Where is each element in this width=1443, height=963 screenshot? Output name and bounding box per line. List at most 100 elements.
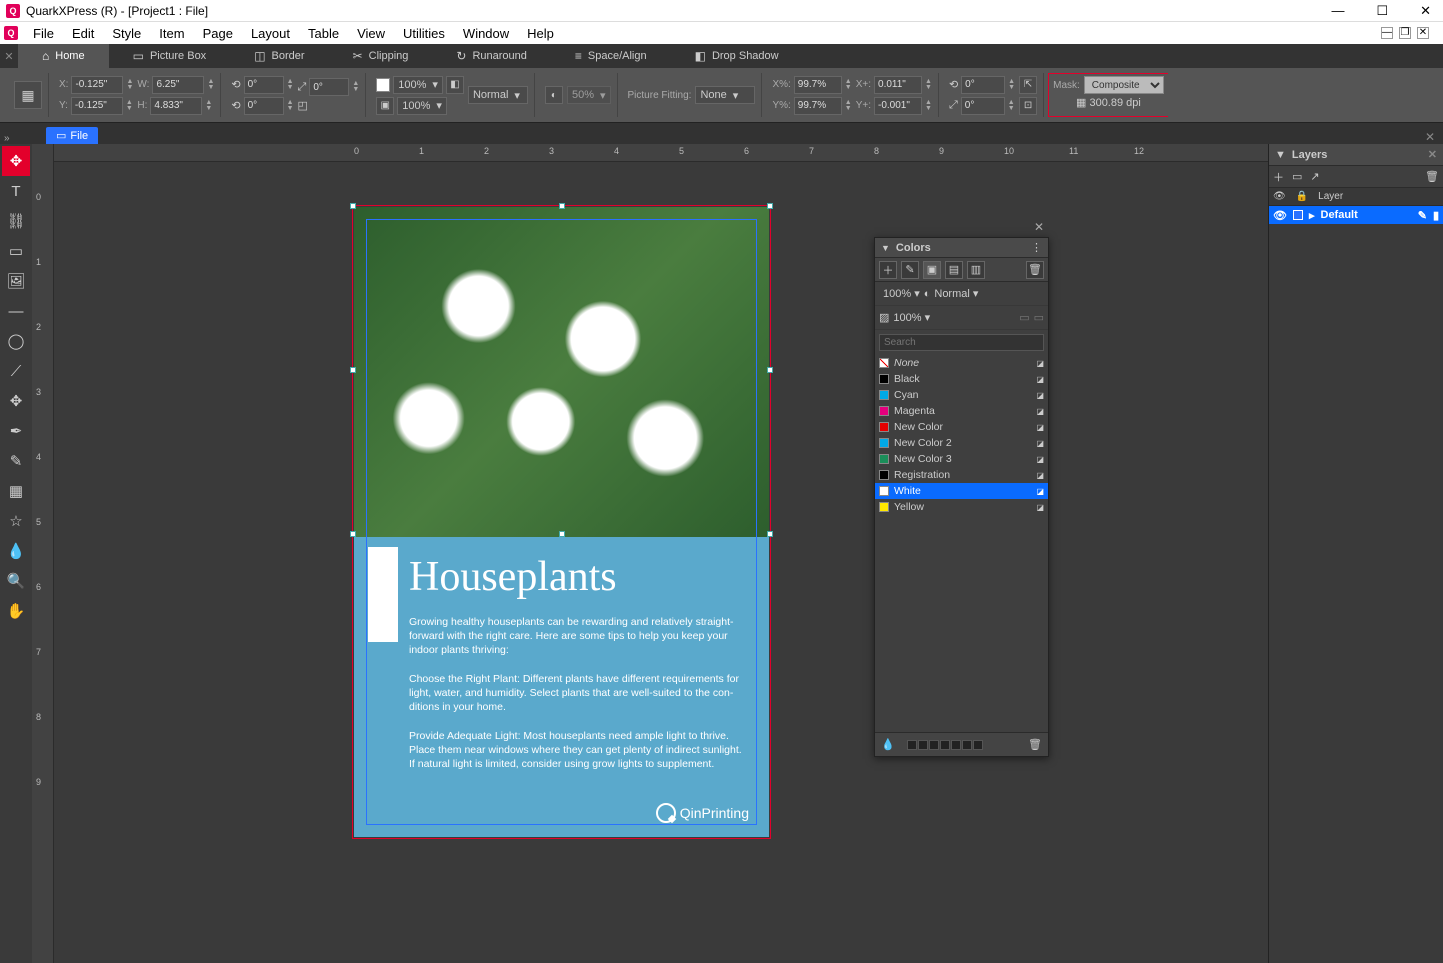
strip-chevron-icon[interactable]: » xyxy=(4,133,10,144)
spinner-icon[interactable]: ▲▼ xyxy=(207,79,214,91)
page[interactable]: Houseplants Growing healthy houseplants … xyxy=(354,207,769,837)
merge-layer-icon[interactable]: ▭ xyxy=(1292,170,1302,183)
spinner-icon[interactable]: ▲▼ xyxy=(1008,79,1015,91)
gradient-icon[interactable]: ▨ xyxy=(879,311,889,324)
menu-layout[interactable]: Layout xyxy=(242,26,299,41)
color-item[interactable]: White◪ xyxy=(875,483,1048,499)
spinner-icon[interactable]: ▲▼ xyxy=(845,79,852,91)
move-layer-icon[interactable]: ↗ xyxy=(1310,170,1319,183)
color-item[interactable]: Registration◪ xyxy=(875,467,1048,483)
menu-edit[interactable]: Edit xyxy=(63,26,103,41)
edit-layer-icon[interactable]: ✎ xyxy=(1418,209,1427,222)
collapse-icon[interactable]: ▼ xyxy=(881,243,890,253)
pencil-tool[interactable]: ✎ xyxy=(2,446,30,476)
layers-close-icon[interactable]: ✕ xyxy=(1428,148,1437,161)
color-item[interactable]: None◪ xyxy=(875,355,1048,371)
ypercent-input[interactable] xyxy=(794,97,842,115)
tab-runaround[interactable]: ↻Runaround xyxy=(432,44,551,68)
tab-drop-shadow[interactable]: ◧Drop Shadow xyxy=(671,44,803,68)
h-input[interactable] xyxy=(150,97,202,115)
canvas[interactable]: Houseplants Growing healthy houseplants … xyxy=(54,162,1268,963)
blend-mode-select[interactable]: Normal ▾ xyxy=(468,86,528,104)
spinner-icon[interactable]: ▲▼ xyxy=(126,79,133,91)
corner-icon[interactable]: ◰ xyxy=(298,99,308,112)
drag-tool[interactable]: ✥ xyxy=(2,386,30,416)
mdi-close[interactable]: ✕ xyxy=(1417,27,1429,39)
fill-mode-icon[interactable]: ▤ xyxy=(945,261,963,279)
color-item[interactable]: Yellow◪ xyxy=(875,499,1048,515)
skew-input[interactable] xyxy=(309,78,349,96)
menu-style[interactable]: Style xyxy=(103,26,150,41)
shade-select[interactable]: 50% ▾ xyxy=(567,86,611,104)
menu-window[interactable]: Window xyxy=(454,26,518,41)
tab-border[interactable]: ◫Border xyxy=(230,44,328,68)
panel-close-icon[interactable]: ✕ xyxy=(1034,220,1044,234)
close-button[interactable]: ✕ xyxy=(1414,3,1437,19)
strip-close-icon[interactable]: ✕ xyxy=(1417,130,1443,144)
maximize-button[interactable]: ☐ xyxy=(1370,3,1394,19)
shade-icon[interactable]: ◐ xyxy=(545,86,563,104)
text-mode-icon[interactable]: ▥ xyxy=(967,261,985,279)
ellipse-tool[interactable]: ◯ xyxy=(2,326,30,356)
hand-tool[interactable]: ✋ xyxy=(2,596,30,626)
document-tab[interactable]: ▭File xyxy=(46,127,98,144)
colors-panel-header[interactable]: ▼Colors⋮ xyxy=(875,238,1048,258)
fit-box-icon[interactable]: ⇱ xyxy=(1019,76,1037,94)
text-tool[interactable]: T xyxy=(2,176,30,206)
menu-item[interactable]: Item xyxy=(150,26,193,41)
color-item[interactable]: New Color◪ xyxy=(875,419,1048,435)
add-layer-icon[interactable]: ＋ xyxy=(1273,169,1284,185)
center-icon[interactable]: ⊡ xyxy=(1019,97,1037,115)
color-item[interactable]: Magenta◪ xyxy=(875,403,1048,419)
x-input[interactable] xyxy=(71,76,123,94)
bezier-tool[interactable]: ⟋ xyxy=(2,356,30,386)
visibility-icon[interactable]: 👁 xyxy=(1273,209,1287,222)
collapse-icon[interactable]: ▼ xyxy=(1275,149,1286,161)
frame-mode-icon[interactable]: ▣ xyxy=(923,261,941,279)
colors-panel[interactable]: ✕ ▼Colors⋮ ＋ ✎ ▣ ▤ ▥ 🗑 100% ▾ ◐ Normal ▾ xyxy=(874,237,1049,757)
tab-clipping[interactable]: ✂Clipping xyxy=(329,44,433,68)
menu-page[interactable]: Page xyxy=(194,26,242,41)
mdi-minimize[interactable]: — xyxy=(1381,27,1393,39)
layer-trash-icon[interactable]: 🗑 xyxy=(1425,170,1439,183)
halftone-icon[interactable]: ◐ xyxy=(924,288,931,300)
spinner-icon[interactable]: ▲▼ xyxy=(925,100,932,112)
trash-icon[interactable]: 🗑 xyxy=(1026,261,1044,279)
rotate-input-2[interactable] xyxy=(244,97,284,115)
fill-swatch[interactable] xyxy=(376,78,390,92)
spinner-icon[interactable]: ▲▼ xyxy=(287,100,294,112)
spinner-icon[interactable]: ▲▼ xyxy=(845,100,852,112)
minimize-button[interactable]: — xyxy=(1325,3,1350,19)
mdi-restore[interactable]: ❐ xyxy=(1399,27,1411,39)
edit-color-icon[interactable]: ✎ xyxy=(901,261,919,279)
color-search-input[interactable] xyxy=(879,334,1044,351)
frame-swatch-icon[interactable]: ▣ xyxy=(376,97,394,115)
thumbnail-grid-icon[interactable]: ▦ xyxy=(14,81,42,109)
panel-menu-icon[interactable]: ⋮ xyxy=(1031,241,1042,254)
rectangle-tool[interactable]: ▭ xyxy=(2,236,30,266)
color-item[interactable]: New Color 2◪ xyxy=(875,435,1048,451)
zoom-tool[interactable]: 🔍 xyxy=(2,566,30,596)
eyedropper-icon[interactable]: 💧 xyxy=(881,738,895,751)
ribbon-close-icon[interactable]: ✕ xyxy=(0,50,18,63)
pic-rotate-input[interactable] xyxy=(961,76,1005,94)
eyedropper-tool[interactable]: 💧 xyxy=(2,536,30,566)
link-tool[interactable]: ⛓ xyxy=(2,206,30,236)
menu-help[interactable]: Help xyxy=(518,26,563,41)
tab-picture-box[interactable]: ▭Picture Box xyxy=(109,44,231,68)
color-item[interactable]: Cyan◪ xyxy=(875,387,1048,403)
color-opacity-2-select[interactable]: 100% ▾ xyxy=(893,311,930,324)
menu-utilities[interactable]: Utilities xyxy=(394,26,454,41)
color-item[interactable]: Black◪ xyxy=(875,371,1048,387)
footer-trash-icon[interactable]: 🗑 xyxy=(1028,738,1042,751)
spinner-icon[interactable]: ▲▼ xyxy=(205,100,212,112)
spinner-icon[interactable]: ▲▼ xyxy=(1008,100,1015,112)
line-tool[interactable]: ― xyxy=(2,296,30,326)
vertical-ruler[interactable]: 0 1 2 3 4 5 6 7 8 9 xyxy=(32,144,54,963)
spinner-icon[interactable]: ▲▼ xyxy=(126,100,133,112)
picture-fitting-select[interactable]: None ▾ xyxy=(695,86,755,104)
color-blend-select[interactable]: Normal ▾ xyxy=(934,287,978,300)
spinner-icon[interactable]: ▲▼ xyxy=(925,79,932,91)
xoffset-input[interactable] xyxy=(874,76,922,94)
tab-space-align[interactable]: ≡Space/Align xyxy=(551,44,671,68)
